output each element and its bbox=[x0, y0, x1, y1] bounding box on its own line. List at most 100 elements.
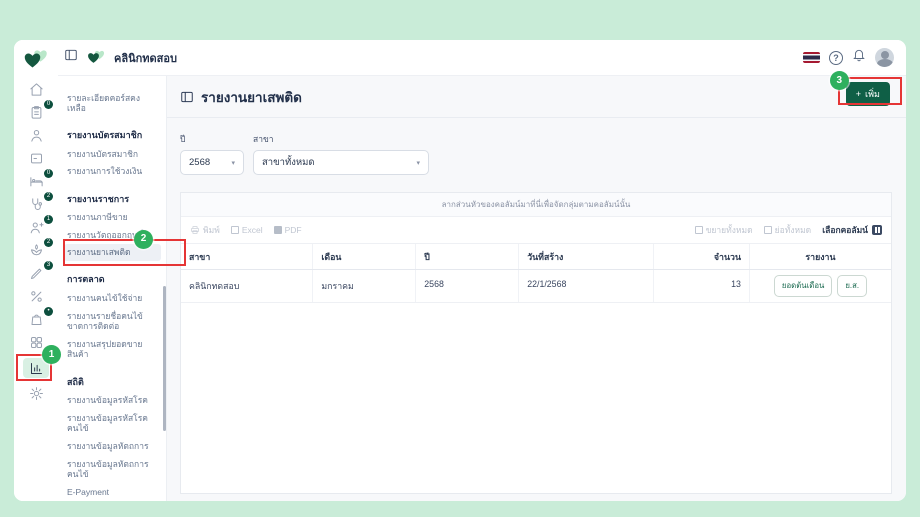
sidebar-item-course-remaining[interactable]: รายละเอียดคอร์สคงเหลือ bbox=[64, 89, 161, 117]
sidebar-item-disease-code-report[interactable]: รายงานข้อมูลรหัสโรค bbox=[64, 392, 161, 410]
sidebar-item-patient-disease-code-report[interactable]: รายงานข้อมูลรหัสโรคคนไข้ bbox=[64, 409, 161, 437]
column-header-count[interactable]: จำนวน bbox=[653, 244, 749, 269]
branch-select-value: สาขาทั้งหมด bbox=[262, 157, 315, 168]
collapse-all-button[interactable]: ย่อทั้งหมด bbox=[763, 223, 812, 237]
filters-row: ปี 2568 ▾ สาขา สาขาทั้งหมด ▾ bbox=[180, 132, 892, 175]
printer-icon bbox=[191, 226, 199, 234]
notifications-bell-icon[interactable] bbox=[852, 48, 866, 67]
opening-balance-button[interactable]: ยอดต้นเดือน bbox=[773, 275, 833, 297]
spa-badge: 2 bbox=[44, 238, 53, 247]
add-button[interactable]: + เพิ่ม 3 bbox=[829, 71, 902, 106]
help-icon[interactable]: ? bbox=[829, 50, 843, 65]
cell-year: 2568 bbox=[415, 270, 518, 302]
excel-label: Excel bbox=[241, 225, 263, 235]
cell-branch: คลินิกทดสอบ bbox=[189, 281, 240, 291]
data-grid-card: ลากส่วนหัวของคอลัมน์มาที่นี่เพื่อจัดกลุ่… bbox=[180, 192, 892, 494]
language-flag-icon[interactable] bbox=[803, 52, 820, 63]
spa-icon[interactable]: 2 bbox=[23, 238, 53, 258]
bag-badge: • bbox=[44, 307, 53, 316]
bed-icon[interactable]: 0 bbox=[23, 169, 53, 189]
branch-filter: สาขา สาขาทั้งหมด ▾ bbox=[253, 132, 429, 175]
sidebar-item-credit-usage-report[interactable]: รายงานการใช้วงเงิน bbox=[64, 163, 161, 181]
cell-month: มกราคม bbox=[312, 270, 415, 302]
year-select[interactable]: 2568 ▾ bbox=[180, 150, 244, 175]
cell-report-actions: ยอดต้นเดือน ย.ส. bbox=[748, 270, 891, 302]
top-bar-right: ? bbox=[803, 48, 906, 67]
table-row[interactable]: คลินิกทดสอบ มกราคม 2568 22/1/2568 13 ยอด… bbox=[181, 270, 891, 303]
page-title: รายงานยาเสพติด bbox=[201, 90, 302, 105]
sidebar-item-narcotics-label: รายงานยาเสพติด bbox=[67, 247, 131, 258]
clipboard-icon[interactable]: 0 bbox=[23, 100, 53, 120]
chevron-down-icon: ▾ bbox=[231, 159, 235, 167]
main-content: รายงานยาเสพติด + เพิ่ม 3 ปี 2568 ▾ สาขา … bbox=[167, 71, 906, 501]
sidebar-section-marketing: การตลาด bbox=[67, 274, 105, 285]
branch-select[interactable]: สาขาทั้งหมด ▾ bbox=[253, 150, 429, 175]
sidebar-item-sales-tax-report[interactable]: รายงานภาษีขาย bbox=[64, 209, 161, 227]
sidebar-item-product-sales-summary-report[interactable]: รายงานสรุปยอดขายสินค้า bbox=[64, 335, 161, 363]
collapse-all-icon bbox=[763, 226, 772, 234]
report-sidebar: รายละเอียดคอร์สคงเหลือ รายงานบัตรสมาชิก … bbox=[58, 76, 186, 501]
sidebar-item-patient-spending-report[interactable]: รายงานคนไข้ใช้จ่าย bbox=[64, 289, 161, 307]
stethoscope-icon[interactable]: 2 bbox=[23, 192, 53, 212]
choose-columns-label: เลือกคอลัมน์ bbox=[822, 225, 868, 235]
sidebar-item-e-payment[interactable]: E-Payment bbox=[64, 483, 161, 501]
sidebar-item-narcotics-report[interactable]: รายงานยาเสพติด 2 bbox=[63, 229, 186, 266]
collapse-all-label: ย่อทั้งหมด bbox=[774, 225, 812, 235]
print-button[interactable]: พิมพ์ bbox=[190, 223, 220, 237]
grid-toolbar-left: พิมพ์ Excel PDF bbox=[190, 223, 302, 237]
print-label: พิมพ์ bbox=[203, 225, 220, 235]
home-icon[interactable] bbox=[23, 82, 49, 97]
plus-icon: + bbox=[855, 89, 862, 99]
yor-sor-button[interactable]: ย.ส. bbox=[837, 275, 868, 297]
title-divider bbox=[167, 117, 906, 118]
percent-icon[interactable] bbox=[23, 289, 49, 304]
add-button-wrap: + เพิ่ม 3 bbox=[829, 71, 902, 106]
bed-badge: 0 bbox=[44, 169, 53, 178]
export-excel-button[interactable]: Excel bbox=[230, 225, 263, 235]
table-empty-area bbox=[181, 303, 891, 493]
sidebar-scrollbar[interactable] bbox=[163, 286, 166, 431]
branch-filter-label: สาขา bbox=[253, 134, 274, 144]
expand-all-label: ขยายทั้งหมด bbox=[705, 225, 753, 235]
sidebar-item-procedure-data-report[interactable]: รายงานข้อมูลหัตถการ bbox=[64, 437, 161, 455]
grid-toolbar-right: ขยายทั้งหมด ย่อทั้งหมด เลือกคอลัมน์ bbox=[694, 223, 882, 237]
person-plus-icon[interactable]: 1 bbox=[23, 215, 53, 235]
sidebar-toggle-icon[interactable] bbox=[64, 48, 78, 67]
column-chooser-icon bbox=[872, 225, 882, 235]
grid-toolbar: พิมพ์ Excel PDF ขยายทั้งหมด ย่อทั้งหมด เ… bbox=[181, 217, 891, 244]
chevron-down-icon: ▾ bbox=[416, 159, 420, 167]
icon-rail: 0 0 2 1 2 3 • 1 bbox=[14, 40, 61, 501]
column-header-year[interactable]: ปี bbox=[415, 244, 518, 269]
cell-count: 13 bbox=[653, 270, 749, 302]
excel-icon bbox=[230, 226, 239, 234]
stethoscope-badge: 2 bbox=[44, 192, 53, 201]
column-header-branch[interactable]: สาขา bbox=[181, 244, 312, 269]
table-header-row: สาขา เดือน ปี วันที่สร้าง จำนวน รายงาน bbox=[181, 244, 891, 270]
choose-columns-button[interactable]: เลือกคอลัมน์ bbox=[822, 223, 882, 237]
export-pdf-button[interactable]: PDF bbox=[273, 225, 302, 235]
display-icon[interactable] bbox=[23, 151, 49, 166]
user-avatar[interactable] bbox=[875, 48, 894, 67]
chart-icon[interactable]: 1 bbox=[16, 345, 61, 381]
person-plus-badge: 1 bbox=[44, 215, 53, 224]
screenshot-stage: คลินิกทดสอบ ? 0 0 2 1 2 3 • 1 รายละเอียด… bbox=[0, 0, 920, 517]
column-header-month[interactable]: เดือน bbox=[312, 244, 415, 269]
group-by-bar[interactable]: ลากส่วนหัวของคอลัมน์มาที่นี่เพื่อจัดกลุ่… bbox=[181, 193, 891, 217]
gear-icon[interactable] bbox=[23, 386, 49, 401]
expand-all-button[interactable]: ขยายทั้งหมด bbox=[694, 223, 753, 237]
patient-icon[interactable] bbox=[23, 128, 49, 143]
sidebar-item-member-card-report[interactable]: รายงานบัตรสมาชิก bbox=[64, 145, 161, 163]
expand-all-icon bbox=[694, 226, 703, 234]
pen-badge: 3 bbox=[44, 261, 53, 270]
bag-icon[interactable]: • bbox=[23, 307, 53, 327]
column-header-report[interactable]: รายงาน bbox=[748, 244, 891, 269]
brand-heart-logo bbox=[23, 49, 49, 71]
sidebar-item-patient-procedure-data-report[interactable]: รายงานข้อมูลหัตถการคนไข้ bbox=[64, 455, 161, 483]
top-bar: คลินิกทดสอบ ? bbox=[14, 40, 906, 76]
group-by-hint: ลากส่วนหัวของคอลัมน์มาที่นี่เพื่อจัดกลุ่… bbox=[441, 200, 631, 209]
sidebar-item-lost-contact-patients-report[interactable]: รายงานรายชื่อคนไข้ขาดการติดต่อ bbox=[64, 307, 161, 335]
pen-icon[interactable]: 3 bbox=[23, 261, 53, 281]
column-header-created-date[interactable]: วันที่สร้าง bbox=[518, 244, 653, 269]
year-filter-label: ปี bbox=[180, 134, 186, 144]
sidebar-section-statistics: สถิติ bbox=[67, 376, 84, 387]
